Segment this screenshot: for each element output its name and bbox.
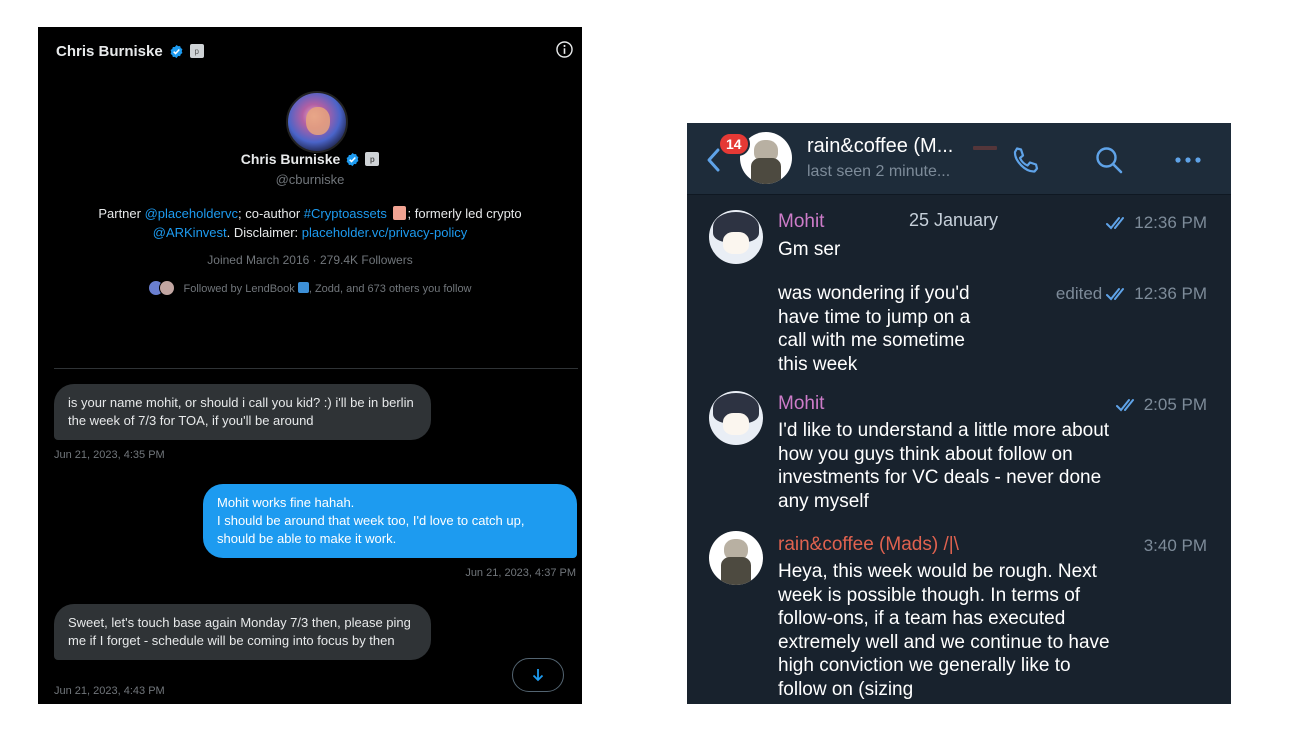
telegram-chat-panel: 14 rain&coffee (M... last seen 2 minute.… — [687, 123, 1231, 704]
message-time: 12:36 PM — [1134, 284, 1207, 303]
back-chevron-icon[interactable] — [705, 147, 721, 173]
message-timestamp: Jun 21, 2023, 4:37 PM — [465, 567, 576, 579]
last-seen-status: last seen 2 minute... — [807, 163, 951, 180]
info-icon[interactable] — [555, 40, 574, 59]
message-meta: 3:40 PM — [1144, 536, 1207, 556]
message-time: 3:40 PM — [1143, 536, 1207, 555]
profile-avatar[interactable] — [286, 91, 348, 153]
bio-link-cryptoassets[interactable]: #Cryptoassets — [304, 206, 387, 221]
bio-link-arkinvest[interactable]: @ARKinvest — [153, 225, 227, 240]
message-text[interactable]: was wondering if you'd have time to jump… — [778, 282, 990, 376]
message-meta: 12:36 PM — [1106, 213, 1207, 233]
divider — [54, 368, 578, 369]
double-check-icon — [1115, 399, 1134, 412]
bio-text: ; formerly led crypto — [407, 206, 522, 221]
bio-link-placeholdervc[interactable]: @placeholdervc — [145, 206, 238, 221]
message-timestamp: Jun 21, 2023, 4:35 PM — [54, 449, 165, 461]
sender-name[interactable]: rain&coffee (Mads) /|\ — [778, 534, 959, 556]
chat-header: 14 rain&coffee (M... last seen 2 minute.… — [687, 123, 1231, 195]
message-time: 12:36 PM — [1134, 213, 1207, 232]
bio-text: . Disclaimer: — [226, 225, 302, 240]
sender-avatar[interactable] — [709, 391, 763, 445]
date-separator: 25 January — [909, 210, 999, 230]
message-meta: edited 12:36 PM — [1056, 284, 1207, 304]
conversation-header: Chris Burniske p — [56, 41, 204, 61]
phone-call-icon[interactable] — [1009, 144, 1041, 176]
profile-name[interactable]: Chris Burniske — [241, 151, 341, 167]
bio-link-privacy-policy[interactable]: placeholder.vc/privacy-policy — [302, 225, 467, 240]
message-meta: 2:05 PM — [1115, 395, 1207, 415]
message-text[interactable]: Heya, this week would be rough. Next wee… — [778, 560, 1118, 701]
message-list: 25 January Mohit Gm ser 12:36 PM was won… — [687, 196, 1231, 704]
blue-square-emoji-icon — [297, 281, 309, 293]
unread-count-badge: 14 — [718, 132, 750, 156]
message-text[interactable]: I'd like to understand a little more abo… — [778, 419, 1118, 513]
followed-by-row[interactable]: Followed by LendBook , Zodd, and 673 oth… — [38, 280, 582, 296]
double-check-icon — [1106, 217, 1125, 230]
more-options-icon[interactable] — [1172, 144, 1204, 176]
follower-avatar — [159, 280, 176, 296]
sender-avatar[interactable] — [709, 210, 763, 264]
search-icon[interactable] — [1093, 144, 1125, 176]
arrow-down-icon — [532, 669, 544, 682]
sender-avatar[interactable] — [709, 531, 763, 585]
profile-bio: Partner @placeholdervc; co-author #Crypt… — [62, 204, 558, 242]
received-message-bubble[interactable]: Sweet, let's touch base again Monday 7/3… — [54, 604, 431, 660]
sent-message-bubble[interactable]: Mohit works fine hahah. I should be arou… — [203, 484, 577, 558]
profile-handle[interactable]: @cburniske — [38, 172, 582, 187]
affiliation-badge-icon: p — [365, 152, 380, 166]
received-message-bubble[interactable]: is your name mohit, or should i call you… — [54, 384, 431, 440]
chat-title[interactable]: rain&coffee (M... — [807, 135, 997, 158]
message-timestamp: Jun 21, 2023, 4:43 PM — [54, 685, 165, 697]
sender-name[interactable]: Mohit — [778, 211, 824, 233]
profile-name-row: Chris Burniske p — [38, 151, 582, 167]
header-name[interactable]: Chris Burniske — [56, 43, 163, 60]
double-check-icon — [1106, 288, 1125, 301]
verified-badge-icon — [346, 152, 359, 166]
verified-badge-icon — [170, 44, 183, 58]
affiliation-badge-icon: p — [189, 44, 204, 58]
sender-name[interactable]: Mohit — [778, 393, 824, 415]
follower-avatars — [148, 280, 176, 296]
scroll-to-bottom-button[interactable] — [512, 658, 564, 692]
x-dm-panel: Chris Burniske p Chris Burniske p @cburn… — [38, 27, 582, 704]
message-text[interactable]: Gm ser — [778, 238, 1038, 262]
edited-label: edited — [1055, 284, 1103, 303]
bio-text: Partner — [98, 206, 145, 221]
title-emoji-icon — [973, 146, 997, 150]
book-emoji-icon — [392, 206, 406, 220]
joined-followers: Joined March 2016 · 279.4K Followers — [207, 253, 413, 267]
followed-by-text: Followed by LendBook , Zodd, and 673 oth… — [183, 281, 472, 295]
message-time: 2:05 PM — [1143, 395, 1207, 414]
bio-text: ; co-author — [238, 206, 304, 221]
